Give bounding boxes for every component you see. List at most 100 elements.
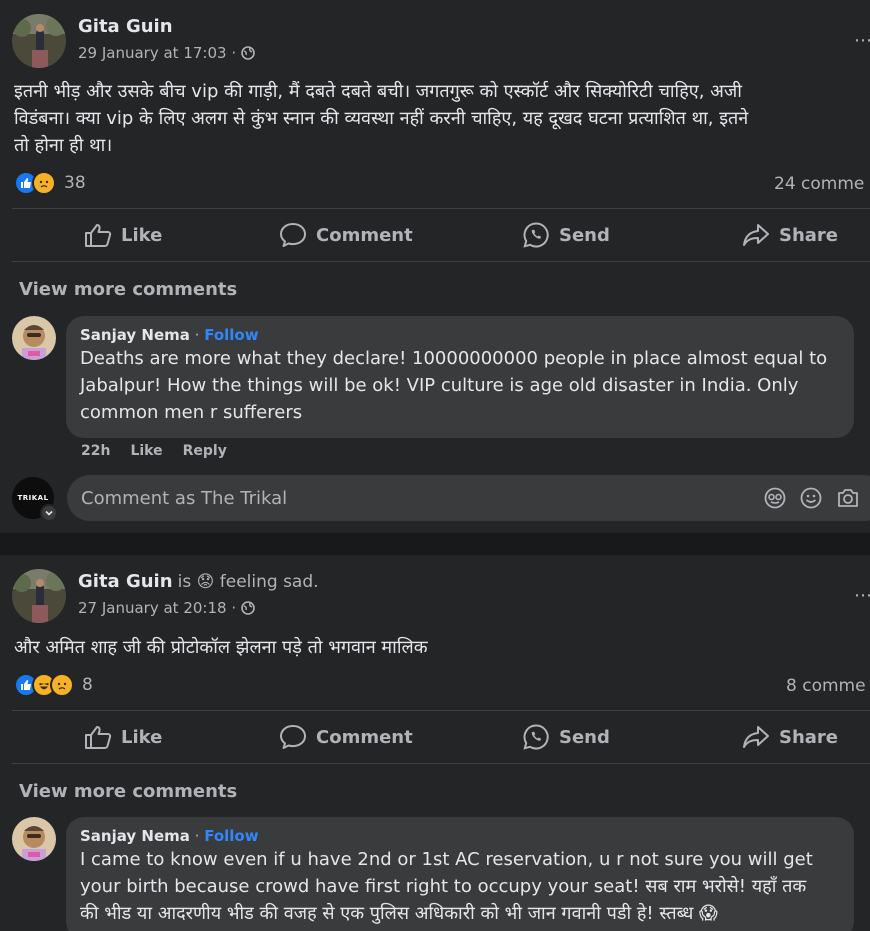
commenter-name[interactable]: Sanjay Nema <box>80 326 190 344</box>
chevron-down-icon[interactable] <box>40 504 58 522</box>
follow-button[interactable]: Follow <box>204 326 258 344</box>
post-card: Gita Guin 29 January at 17:03 · ⋯ इतनी भ… <box>0 0 870 533</box>
send-button[interactable]: Send <box>522 215 610 255</box>
comment-text-line: की भीड या आदरणीय भीड की वजह से एक पुलिस … <box>80 903 718 924</box>
thumbs-up-icon <box>84 724 112 750</box>
camera-icon[interactable] <box>836 487 860 509</box>
comment-text-line: Deaths are more what they declare! 10000… <box>80 348 828 369</box>
globe-icon <box>241 46 255 60</box>
commenter-avatar[interactable] <box>12 316 56 360</box>
post-text-line: विडंबना। क्या vip के लिए अलग से कुंभ स्न… <box>14 108 749 129</box>
view-more-comments-link[interactable]: View more comments <box>19 781 237 802</box>
whatsapp-icon <box>522 221 550 249</box>
post-header: Gita Guin is 😟 feeling sad. 27 January a… <box>12 569 319 623</box>
sad-reaction-icon <box>50 673 74 697</box>
share-label: Share <box>779 726 839 748</box>
comment: Sanjay Nema · Follow Deaths are more wha… <box>12 316 854 438</box>
comment-header: Sanjay Nema · Follow <box>80 827 840 845</box>
comment-input[interactable]: Comment as The Trikal GIF <box>67 475 870 521</box>
comment-reply-button[interactable]: Reply <box>183 443 227 459</box>
reactions-summary[interactable]: 8 <box>14 673 93 697</box>
comment-label: Comment <box>316 726 413 748</box>
emoji-icon[interactable] <box>800 487 822 509</box>
divider <box>12 763 870 764</box>
author-row: Gita Guin is 😟 feeling sad. <box>78 571 319 592</box>
post-author-name[interactable]: Gita Guin <box>78 16 173 37</box>
comment-bubble: Sanjay Nema · Follow Deaths are more wha… <box>66 316 854 438</box>
post-text-line: और अमित शाह जी की प्रोटोकॉल झेलना पड़े त… <box>14 637 428 658</box>
thumbs-up-icon <box>84 222 112 248</box>
comment-text-line: Jabalpur! How the things will be ok! VIP… <box>80 375 799 396</box>
comment-bubble-icon <box>279 724 307 750</box>
comment-bubble: Sanjay Nema · Follow I came to know even… <box>66 817 854 931</box>
comment-text: Deaths are more what they declare! 10000… <box>80 345 840 426</box>
comment-text-line: your birth because crowd have first righ… <box>80 876 807 897</box>
post-actions: Like Comment Send Share <box>0 717 870 757</box>
share-arrow-icon <box>742 724 770 750</box>
comment-header: Sanjay Nema · Follow <box>80 326 840 344</box>
share-button[interactable]: Share <box>742 215 838 255</box>
author-row: Gita Guin <box>78 16 255 37</box>
like-button[interactable]: Like <box>84 215 162 255</box>
post-timestamp-row: 27 January at 20:18 · <box>78 599 319 617</box>
comment-composer: TRIKAL Comment as The Trikal GIF <box>12 475 870 522</box>
comment-input-placeholder: Comment as The Trikal <box>81 487 288 509</box>
comment-count[interactable]: 24 comme <box>774 174 864 194</box>
reactions-summary[interactable]: 38 <box>14 171 86 195</box>
like-label: Like <box>121 224 163 246</box>
post-card: Gita Guin is 😟 feeling sad. 27 January a… <box>0 555 870 931</box>
divider <box>12 261 870 262</box>
whatsapp-icon <box>522 723 550 751</box>
commenter-avatar[interactable] <box>12 817 56 861</box>
post-text-line: तो होना ही था। <box>14 135 113 156</box>
post-timestamp[interactable]: 29 January at 17:03 · <box>78 44 236 62</box>
post-text-line: इतनी भीड़ और उसके बीच vip की गाड़ी, मैं … <box>14 81 742 102</box>
comment-bubble-icon <box>279 222 307 248</box>
divider <box>12 710 870 711</box>
reaction-count: 8 <box>82 675 93 695</box>
view-more-comments-link[interactable]: View more comments <box>19 279 237 300</box>
send-button[interactable]: Send <box>522 717 610 757</box>
post-text: इतनी भीड़ और उसके बीच vip की गाड़ी, मैं … <box>14 78 870 159</box>
like-label: Like <box>121 726 163 748</box>
avatar-sticker-icon[interactable] <box>764 487 786 509</box>
comment-like-button[interactable]: Like <box>130 443 162 459</box>
page-avatar[interactable]: TRIKAL <box>12 477 58 522</box>
post-author-name[interactable]: Gita Guin <box>78 571 173 592</box>
share-button[interactable]: Share <box>742 717 838 757</box>
comment-button[interactable]: Comment <box>279 717 413 757</box>
share-label: Share <box>779 224 839 246</box>
post-timestamp-row: 29 January at 17:03 · <box>78 44 255 62</box>
globe-icon <box>241 601 255 615</box>
reaction-count: 38 <box>64 173 86 193</box>
separator: · <box>189 326 205 344</box>
separator: · <box>189 827 205 845</box>
comment-meta: 22h Like Reply <box>81 443 227 459</box>
post-text: और अमित शाह जी की प्रोटोकॉल झेलना पड़े त… <box>14 634 870 661</box>
post-header: Gita Guin 29 January at 17:03 · <box>12 14 255 68</box>
comment-age[interactable]: 22h <box>81 443 110 459</box>
comment-text-line: I came to know even if u have 2nd or 1st… <box>80 849 813 870</box>
follow-button[interactable]: Follow <box>204 827 258 845</box>
author-avatar[interactable] <box>12 569 66 623</box>
divider <box>12 208 870 209</box>
author-avatar[interactable] <box>12 14 66 68</box>
comment-text: I came to know even if u have 2nd or 1st… <box>80 846 840 927</box>
comment: Sanjay Nema · Follow I came to know even… <box>12 817 854 931</box>
post-timestamp[interactable]: 27 January at 20:18 · <box>78 599 236 617</box>
more-options-icon[interactable]: ⋯ <box>854 585 870 606</box>
commenter-name[interactable]: Sanjay Nema <box>80 827 190 845</box>
sad-reaction-icon <box>32 171 56 195</box>
more-options-icon[interactable]: ⋯ <box>854 30 870 51</box>
feeling-activity[interactable]: is 😟 feeling sad. <box>178 572 319 592</box>
composer-tools: GIF <box>764 487 870 509</box>
post-actions: Like Comment Send Share <box>0 215 870 255</box>
share-arrow-icon <box>742 222 770 248</box>
comment-button[interactable]: Comment <box>279 215 413 255</box>
comment-count[interactable]: 8 comme <box>786 676 866 696</box>
like-button[interactable]: Like <box>84 717 162 757</box>
comment-label: Comment <box>316 224 413 246</box>
send-label: Send <box>559 224 610 246</box>
comment-text-line: common men r sufferers <box>80 402 303 423</box>
send-label: Send <box>559 726 610 748</box>
